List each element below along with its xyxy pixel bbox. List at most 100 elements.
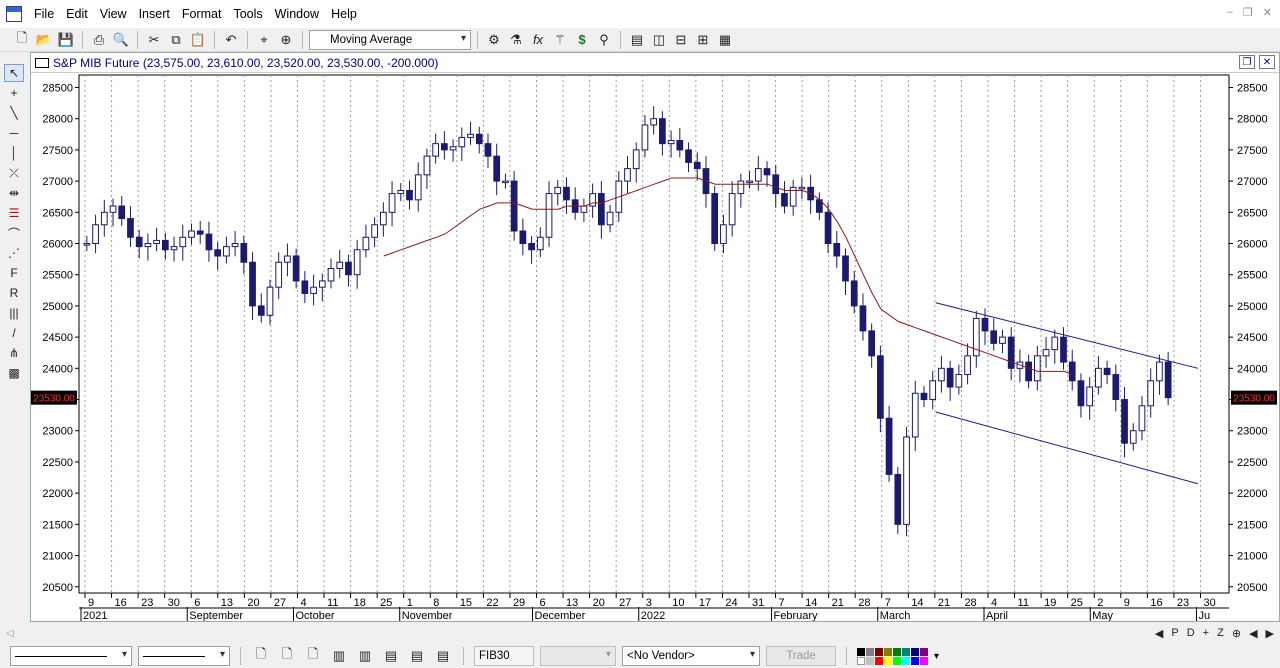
tile-grid-icon[interactable]: ⊞ bbox=[693, 30, 713, 50]
chart-type-icon[interactable]: ▥ bbox=[329, 646, 349, 666]
strategy-icon[interactable]: ⚚ bbox=[550, 30, 570, 50]
cascade-icon[interactable]: ▦ bbox=[715, 30, 735, 50]
candle-body bbox=[188, 230, 195, 238]
indicator-select[interactable]: Moving Average ▾ bbox=[309, 29, 471, 50]
page-icon[interactable]: 🗋 bbox=[277, 646, 297, 666]
vendor-select[interactable]: <No Vendor> ▾ bbox=[622, 646, 760, 666]
y-tick-label: 22000 bbox=[42, 488, 73, 500]
function-icon[interactable]: fx bbox=[528, 30, 548, 50]
x-tick-label: 13 bbox=[221, 597, 233, 609]
minimize-icon[interactable]: – bbox=[1227, 6, 1233, 19]
andrews-pitchfork-tool-icon[interactable]: ⋔ bbox=[4, 344, 24, 362]
page-icon[interactable]: 🗋 bbox=[251, 646, 271, 666]
menu-format[interactable]: Format bbox=[176, 7, 228, 21]
candle-body bbox=[362, 236, 370, 251]
paste-icon[interactable]: 📋 bbox=[188, 30, 208, 50]
indicator-icon[interactable]: ⚙ bbox=[484, 30, 504, 50]
parallel-tool-icon[interactable]: ⇹ bbox=[4, 184, 24, 202]
y-tick-label: 20500 bbox=[42, 582, 73, 594]
candle-body bbox=[205, 233, 213, 251]
crosshair-icon[interactable]: ⌖ bbox=[254, 30, 274, 50]
analysis-icon[interactable]: ⚗ bbox=[506, 30, 526, 50]
candle-body bbox=[231, 243, 239, 248]
tile-horizontal-icon[interactable]: ⊟ bbox=[671, 30, 691, 50]
symbol-dropdown[interactable]: ▾ bbox=[540, 646, 616, 666]
pointer-tool-icon[interactable]: ↖ bbox=[4, 64, 24, 82]
add-bars-icon[interactable]: + bbox=[1203, 627, 1209, 640]
crosshair-tool-icon[interactable]: + bbox=[4, 84, 24, 102]
fibonacci-tool-icon[interactable]: F bbox=[4, 264, 24, 282]
zoom-icon[interactable]: ⊕ bbox=[276, 30, 296, 50]
last-price-label: 23530.00 bbox=[33, 394, 75, 405]
chart-type-icon[interactable]: ▤ bbox=[381, 646, 401, 666]
menu-edit[interactable]: Edit bbox=[60, 7, 94, 21]
cut-icon[interactable]: ✂ bbox=[144, 30, 164, 50]
chart-type-icon[interactable]: ▥ bbox=[355, 646, 375, 666]
zoom-out-icon[interactable]: ⊕ bbox=[1232, 627, 1241, 640]
scroll-forward-icon[interactable]: ▶ bbox=[1266, 627, 1274, 640]
daily-icon[interactable]: D bbox=[1187, 627, 1195, 640]
candle-body bbox=[449, 146, 457, 151]
scroll-back-icon[interactable]: ◀ bbox=[1249, 627, 1257, 640]
gann-grid-tool-icon[interactable]: ▩ bbox=[4, 364, 24, 382]
tile-vertical-icon[interactable]: ◫ bbox=[649, 30, 669, 50]
menu-tools[interactable]: Tools bbox=[227, 7, 268, 21]
menu-help[interactable]: Help bbox=[325, 7, 363, 21]
trendline-tool-icon[interactable]: ╲ bbox=[4, 104, 24, 122]
open-folder-icon[interactable]: 📂 bbox=[34, 30, 54, 50]
x-tick-label: 22 bbox=[486, 597, 498, 609]
fan-tool-icon[interactable]: ⋰ bbox=[4, 244, 24, 262]
new-file-icon[interactable]: 🗋 bbox=[12, 30, 32, 50]
periodicity-icon[interactable]: P bbox=[1171, 627, 1178, 640]
retracement-tool-icon[interactable]: R bbox=[4, 284, 24, 302]
window-layout-icon[interactable]: ▤ bbox=[627, 30, 647, 50]
menu-window[interactable]: Window bbox=[269, 7, 325, 21]
save-icon[interactable]: 💾 bbox=[56, 30, 76, 50]
zoom-in-icon[interactable]: Z bbox=[1217, 627, 1224, 640]
restore-icon[interactable]: ❐ bbox=[1243, 6, 1253, 19]
menu-file[interactable]: File bbox=[28, 7, 60, 21]
time-zone-tool-icon[interactable]: ||| bbox=[4, 304, 24, 322]
undo-icon[interactable]: ↶ bbox=[221, 30, 241, 50]
copy-icon[interactable]: ⧉ bbox=[166, 30, 186, 50]
vertical-line-tool-icon[interactable]: │ bbox=[4, 144, 24, 162]
chart-window[interactable]: S&P MIB Future (23,575.00, 23,610.00, 23… bbox=[30, 52, 1280, 622]
dollar-icon[interactable]: $ bbox=[572, 30, 592, 50]
color-palette[interactable] bbox=[857, 647, 928, 665]
line-weight-select[interactable]: ▾ bbox=[138, 646, 230, 666]
chart-restore-icon[interactable]: ❐ bbox=[1239, 55, 1255, 69]
menu-insert[interactable]: Insert bbox=[133, 7, 176, 21]
chart-type-icon[interactable]: ▤ bbox=[433, 646, 453, 666]
chart-type-icon[interactable]: ▤ bbox=[407, 646, 427, 666]
scroll-left-icon[interactable]: ◁ bbox=[6, 628, 14, 639]
line-style-select[interactable]: ▾ bbox=[10, 646, 132, 666]
x-tick-label: 27 bbox=[619, 597, 631, 609]
candle-body bbox=[406, 189, 413, 201]
arc-tool-icon[interactable]: ⌒ bbox=[4, 224, 24, 242]
x-tick-label: 10 bbox=[672, 597, 684, 609]
chart-close-icon[interactable]: ✕ bbox=[1259, 55, 1275, 69]
price-chart[interactable]: 9 16 23 30 6 13 20 27 4 11 18 25 1 8 15 22 29 6 13 20 27 3 10 1… bbox=[31, 73, 1279, 621]
candle-body bbox=[423, 155, 431, 176]
horizontal-line-tool-icon[interactable]: ─ bbox=[4, 124, 24, 142]
candle-body bbox=[763, 168, 771, 176]
palette-chevron-down-icon[interactable]: ▾ bbox=[934, 651, 939, 662]
print-icon[interactable]: ⎙ bbox=[89, 30, 109, 50]
explorer-icon[interactable]: ⚲ bbox=[594, 30, 614, 50]
close-icon[interactable]: ✕ bbox=[1263, 6, 1272, 19]
raff-channel-tool-icon[interactable]: ☰ bbox=[4, 204, 24, 222]
symbol-field[interactable]: FIB30 bbox=[474, 646, 534, 666]
print-preview-icon[interactable]: 🔍 bbox=[111, 30, 131, 50]
app-icon[interactable] bbox=[6, 6, 22, 22]
line-tool-icon[interactable]: / bbox=[4, 324, 24, 342]
page-left-icon[interactable]: ◀ bbox=[1155, 627, 1163, 640]
cycle-tool-icon[interactable]: ⤫ bbox=[4, 164, 24, 182]
main-toolbar: 🗋 📂 💾 ⎙ 🔍 ✂ ⧉ 📋 ↶ ⌖ ⊕ Moving Average ▾ ⚙… bbox=[0, 28, 1280, 52]
menu-view[interactable]: View bbox=[94, 7, 133, 21]
y-tick-label: 22500 bbox=[42, 457, 73, 469]
trade-button[interactable]: Trade bbox=[766, 646, 836, 666]
toolbar-divider bbox=[477, 30, 478, 49]
line-weight-preview bbox=[143, 655, 205, 657]
chart-title-bar[interactable]: S&P MIB Future (23,575.00, 23,610.00, 23… bbox=[31, 53, 1279, 73]
page-icon[interactable]: 🗋 bbox=[303, 646, 323, 666]
